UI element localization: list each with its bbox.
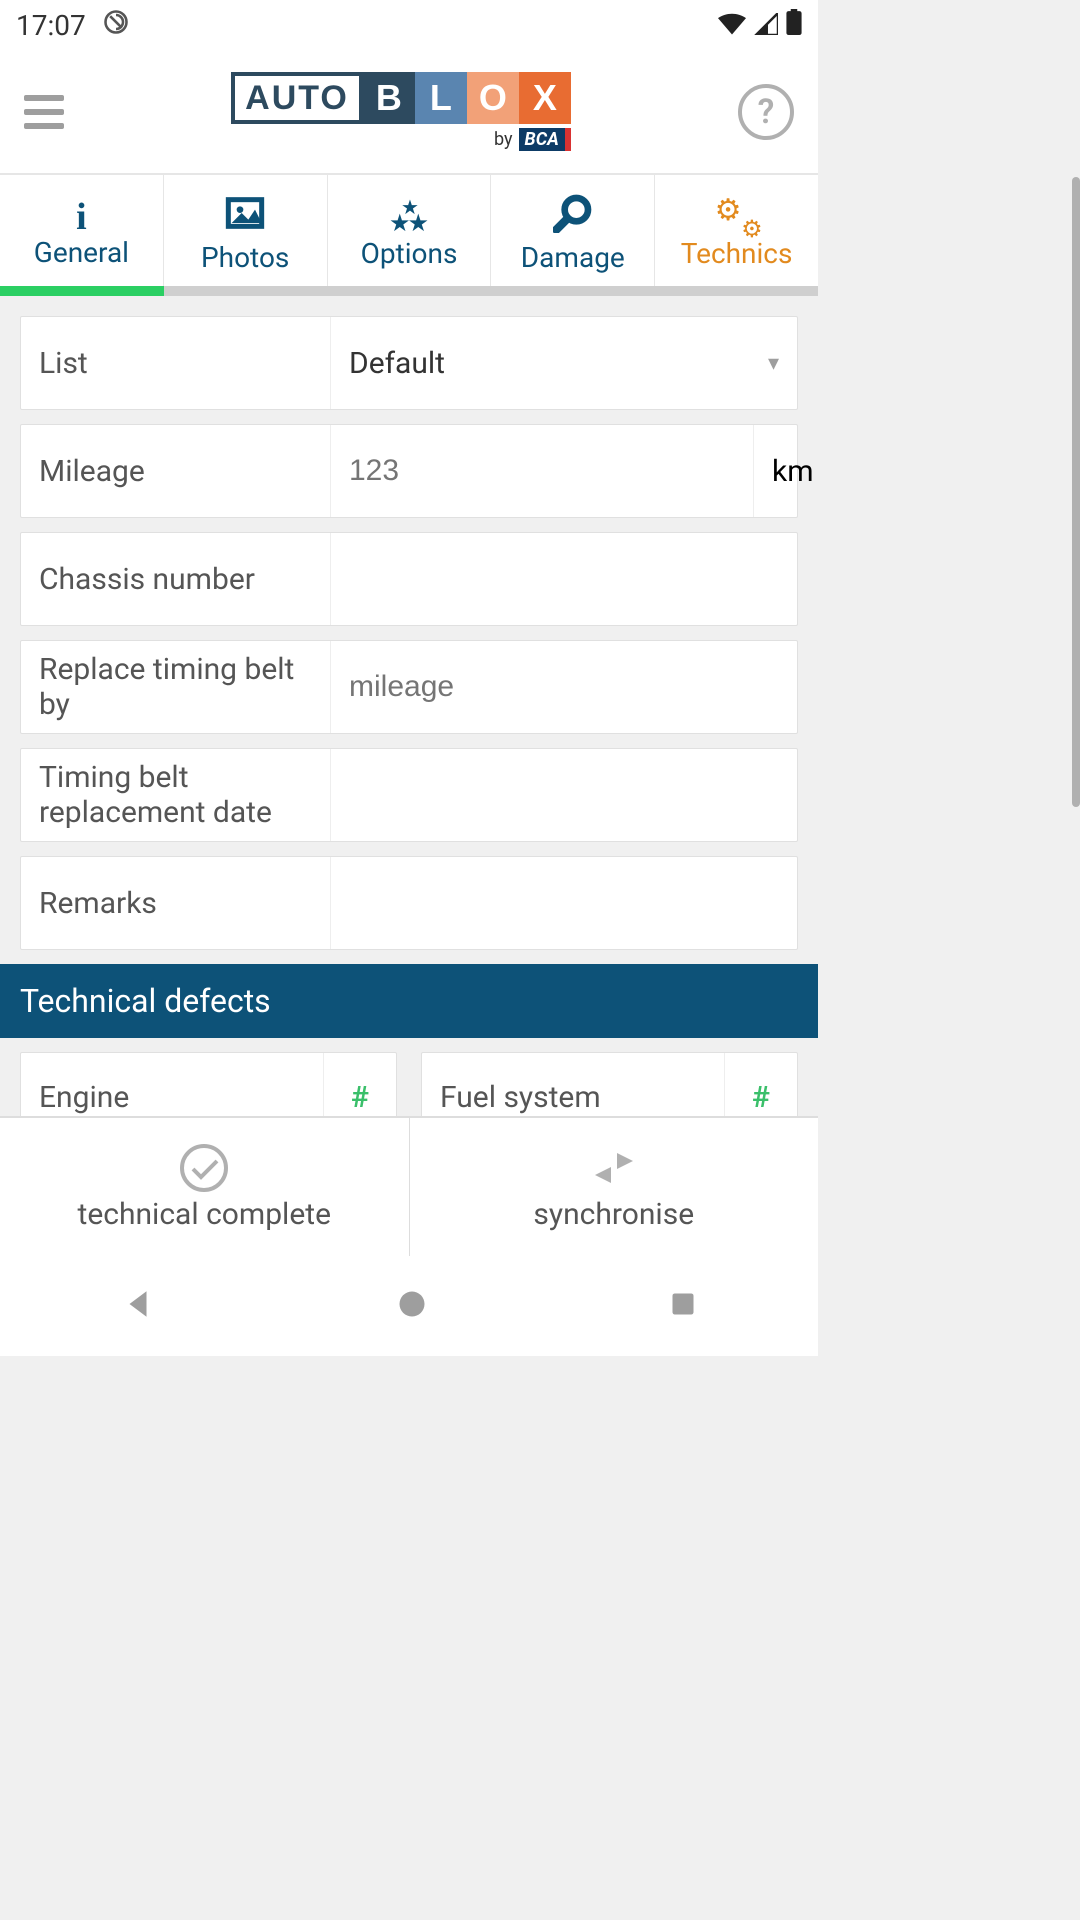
tab-technics[interactable]: ⚙⚙ Technics [655,175,818,286]
tab-general[interactable]: i General [0,175,164,286]
logo-by-text: by [494,129,513,150]
remarks-input[interactable] [331,857,797,949]
tab-options[interactable]: ★★★ Options [328,175,492,286]
timing-belt-date-input[interactable] [331,749,797,841]
timing-belt-by-label: Replace timing belt by [21,641,331,733]
tab-damage[interactable]: Damage [491,175,655,286]
defect-label: Engine [21,1053,324,1116]
tab-photos[interactable]: Photos [164,175,328,286]
nav-back-button[interactable] [121,1287,155,1325]
tab-label: Photos [201,241,289,274]
timing-belt-date-row: Timing belt replacement date [20,748,798,842]
remarks-row: Remarks [20,856,798,950]
synchronise-button[interactable]: synchronise [410,1118,819,1256]
list-row[interactable]: List Default [20,316,798,410]
footer-label: synchronise [533,1197,694,1232]
chassis-input[interactable] [331,533,797,625]
tabs: i General Photos ★★★ Options Damage ⚙⚙ T… [0,175,818,286]
app-logo: AUTO B L O X by BCA [231,72,571,151]
mileage-input[interactable] [331,425,753,517]
timing-belt-date-label: Timing belt replacement date [21,749,331,841]
do-not-disturb-icon [102,8,130,43]
chassis-label: Chassis number [21,533,331,625]
timing-belt-by-input[interactable] [331,641,797,733]
gears-icon: ⚙⚙ [717,197,757,237]
nav-recent-button[interactable] [669,1290,697,1322]
wifi-icon [718,9,746,42]
tab-label: Options [361,237,458,270]
defect-label: Fuel system [422,1053,725,1116]
timing-belt-by-row: Replace timing belt by [20,640,798,734]
info-icon: i [76,198,87,236]
list-label: List [21,317,331,409]
defects-section-header: Technical defects [0,964,818,1038]
check-circle-icon [179,1143,229,1193]
battery-icon [786,9,802,42]
nav-home-button[interactable] [397,1289,427,1323]
footer: technical complete synchronise [0,1116,818,1256]
photo-icon [225,193,265,233]
help-button[interactable]: ? [738,84,794,140]
defect-hash[interactable]: # [725,1053,797,1116]
tab-progress [0,286,818,296]
app-header: AUTO B L O X by BCA ? [0,50,818,175]
tab-label: Damage [521,241,625,274]
tab-label: Technics [681,237,793,270]
footer-label: technical complete [78,1197,331,1232]
content-area: List Default Mileage km Chassis number R… [0,296,818,1116]
menu-button[interactable] [24,95,64,129]
status-time: 17:07 [16,9,86,42]
tab-label: General [34,236,129,269]
bca-logo: BCA [519,128,571,151]
technical-complete-button[interactable]: technical complete [0,1118,410,1256]
scroll-indicator[interactable] [1072,177,1080,807]
stars-icon: ★★★ [389,197,429,237]
list-select[interactable]: Default [331,317,797,409]
defect-fuel-system[interactable]: Fuel system # [421,1052,798,1116]
sync-arrows-icon [589,1143,639,1193]
mileage-label: Mileage [21,425,331,517]
signal-icon [754,9,778,42]
defect-hash[interactable]: # [324,1053,396,1116]
chassis-row: Chassis number [20,532,798,626]
status-bar: 17:07 [0,0,818,50]
magnifier-icon [553,193,593,233]
mileage-unit-select[interactable]: km [753,425,818,517]
android-navbar [0,1256,818,1356]
defect-engine[interactable]: Engine # [20,1052,397,1116]
remarks-label: Remarks [21,857,331,949]
mileage-row: Mileage km [20,424,798,518]
